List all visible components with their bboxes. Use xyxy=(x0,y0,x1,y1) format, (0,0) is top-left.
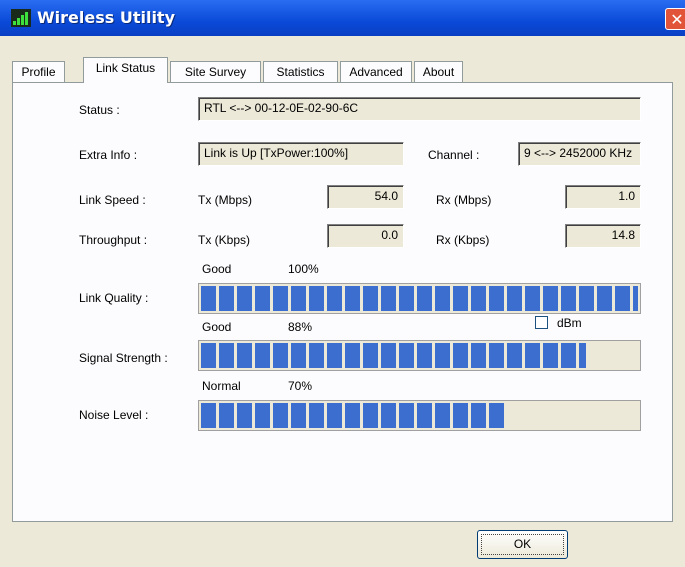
signal-bars-icon xyxy=(11,9,31,27)
noise-level-label: Noise Level : xyxy=(79,408,149,422)
title-bar[interactable]: Wireless Utility ✕ xyxy=(0,0,685,36)
link-speed-tx-label: Tx (Mbps) xyxy=(198,193,252,207)
tab-statistics[interactable]: Statistics xyxy=(263,61,338,82)
noise-level-fill xyxy=(201,403,507,428)
signal-strength-percent: 88% xyxy=(288,320,313,334)
ok-button[interactable]: OK xyxy=(477,530,568,559)
link-quality-rating: Good xyxy=(202,262,232,276)
tab-profile[interactable]: Profile xyxy=(12,61,65,82)
throughput-rx-label: Rx (Kbps) xyxy=(436,233,490,247)
status-label: Status : xyxy=(79,103,120,117)
link-speed-rx-value: 1.0 xyxy=(565,185,641,209)
tab-link-status[interactable]: Link Status xyxy=(83,57,168,83)
tab-site-survey[interactable]: Site Survey xyxy=(170,61,261,82)
close-icon: ✕ xyxy=(670,10,684,29)
dbm-label: dBm xyxy=(557,316,582,330)
dbm-checkbox[interactable] xyxy=(535,316,548,329)
extra-info-label: Extra Info : xyxy=(79,148,138,162)
throughput-tx-label: Tx (Kbps) xyxy=(198,233,251,247)
throughput-rx-value: 14.8 xyxy=(565,224,641,248)
link-quality-bar xyxy=(198,283,641,314)
signal-strength-label: Signal Strength : xyxy=(79,351,168,365)
noise-level-bar xyxy=(198,400,641,431)
button-bar xyxy=(0,522,685,567)
status-field: RTL <--> 00-12-0E-02-90-6C xyxy=(198,97,641,121)
link-speed-label: Link Speed : xyxy=(79,193,146,207)
noise-level-rating: Normal xyxy=(202,379,241,393)
link-quality-percent: 100% xyxy=(288,262,319,276)
throughput-tx-value: 0.0 xyxy=(327,224,404,248)
link-quality-label: Link Quality : xyxy=(79,291,149,305)
extra-info-field: Link is Up [TxPower:100%] xyxy=(198,142,404,166)
signal-strength-rating: Good xyxy=(202,320,232,334)
tab-about[interactable]: About xyxy=(414,61,463,82)
noise-level-percent: 70% xyxy=(288,379,313,393)
link-speed-rx-label: Rx (Mbps) xyxy=(436,193,492,207)
window-title: Wireless Utility xyxy=(37,8,175,27)
tab-advanced[interactable]: Advanced xyxy=(340,61,412,82)
link-quality-fill xyxy=(201,286,638,311)
close-button[interactable]: ✕ xyxy=(665,8,685,30)
channel-label: Channel : xyxy=(428,148,480,162)
link-speed-tx-value: 54.0 xyxy=(327,185,404,209)
throughput-label: Throughput : xyxy=(79,233,148,247)
wireless-utility-window: Wireless Utility ✕ Profile Link Status S… xyxy=(0,0,685,567)
signal-strength-bar xyxy=(198,340,641,371)
signal-strength-fill xyxy=(201,343,586,368)
channel-field: 9 <--> 2452000 KHz xyxy=(518,142,641,166)
